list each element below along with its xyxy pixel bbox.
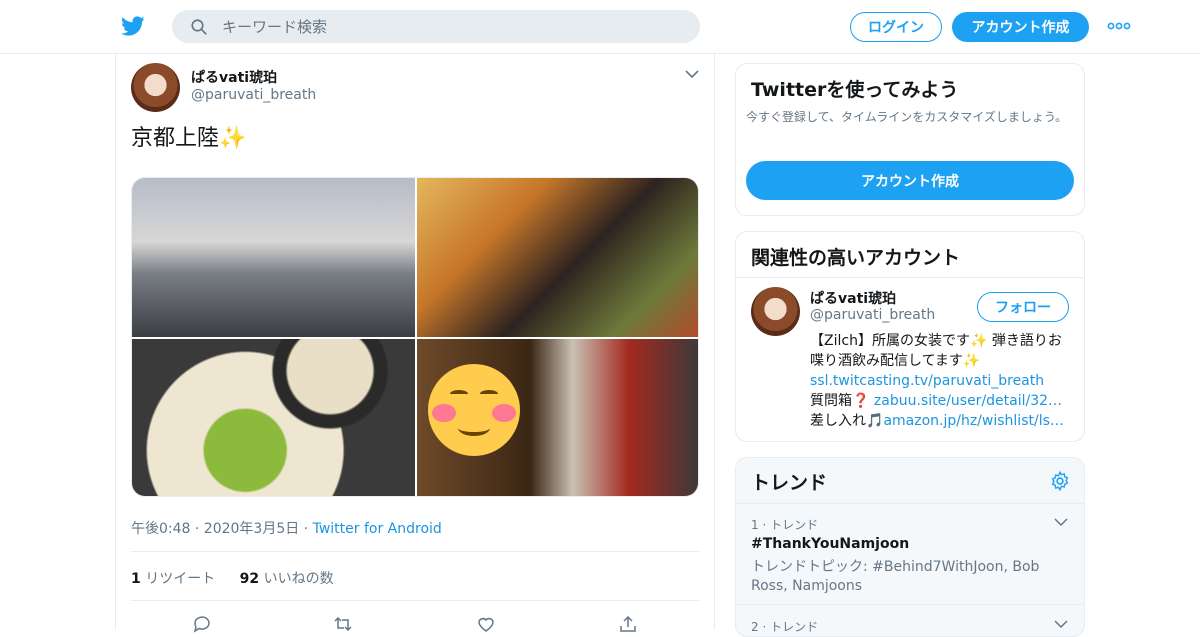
signup-card-button[interactable]: アカウント作成 xyxy=(746,161,1074,200)
divider xyxy=(736,503,1084,504)
twitter-bird-icon[interactable] xyxy=(120,14,146,38)
tweet-text: 京都上陸✨ xyxy=(131,126,247,151)
search-bar xyxy=(172,10,700,43)
timestamp[interactable]: 午後0:48 · 2020年3月5日 xyxy=(131,521,299,537)
bio-link-zabuu[interactable]: zabuu.site/user/detail/32… xyxy=(874,393,1062,409)
chevron-down-icon[interactable] xyxy=(1054,517,1068,527)
divider xyxy=(131,551,699,552)
share-icon[interactable] xyxy=(618,614,638,634)
bio-link-amazon[interactable]: amazon.jp/hz/wishlist/ls… xyxy=(883,413,1063,429)
media-grid xyxy=(131,177,699,497)
divider xyxy=(131,600,699,601)
bio-link-twitcasting[interactable]: ssl.twitcasting.tv/paruvati_breath xyxy=(810,373,1044,389)
trend-subtitle: トレンドトピック: #Behind7WithJoon, Bob Ross, Na… xyxy=(751,559,1040,594)
smiley-sticker-icon xyxy=(428,364,520,456)
photo-beer-gyoza[interactable] xyxy=(417,178,698,337)
photo-drinks[interactable] xyxy=(417,339,698,496)
like-icon[interactable] xyxy=(476,614,496,634)
more-icon[interactable] xyxy=(1106,18,1132,34)
avatar[interactable] xyxy=(751,287,800,336)
signup-card: Twitterを使ってみよう 今すぐ登録して、タイムラインをカスタマイズしましょ… xyxy=(735,63,1085,216)
tweet-actions xyxy=(131,614,699,634)
trends-card: トレンド 1 · トレンド #ThankYouNamjoon トレンドトピック:… xyxy=(735,457,1085,637)
search-input[interactable] xyxy=(222,10,682,43)
meta-separator: · xyxy=(299,521,313,537)
gear-icon[interactable] xyxy=(1049,470,1071,492)
signup-button[interactable]: アカウント作成 xyxy=(952,12,1089,42)
related-bio: 【Zilch】所属の女装です✨ 弾き語りお喋り酒飲み配信してます✨ ssl.tw… xyxy=(810,331,1068,431)
tweet-meta: 午後0:48 · 2020年3月5日 · Twitter for Android xyxy=(131,518,442,538)
chevron-down-icon[interactable] xyxy=(1054,619,1068,629)
reply-icon[interactable] xyxy=(192,614,212,634)
retweet-stat[interactable]: 1 リツイート xyxy=(131,571,215,587)
search-icon xyxy=(191,19,207,35)
related-accounts-card: 関連性の高いアカウント ぱるvati琥珀 @paruvati_breath フォ… xyxy=(735,231,1085,442)
retweet-icon[interactable] xyxy=(333,614,353,634)
bio-text: 【Zilch】所属の女装です✨ 弾き語りお喋り酒飲み配信してます✨ xyxy=(810,333,1062,369)
like-label: いいねの数 xyxy=(263,571,334,587)
trend-name[interactable]: #ThankYouNamjoon xyxy=(751,536,909,552)
trends-title: トレンド xyxy=(751,472,828,494)
photo-ramen[interactable] xyxy=(132,339,415,496)
retweet-count: 1 xyxy=(131,571,141,587)
tweet-detail: ぱるvati琥珀 @paruvati_breath 京都上陸✨ 午後0:48 ·… xyxy=(115,54,715,633)
tweet-stats: 1 リツイート 92 いいねの数 xyxy=(131,568,334,588)
chevron-down-icon[interactable] xyxy=(684,68,700,80)
retweet-label: リツイート xyxy=(145,571,216,587)
trend-rank: 2 · トレンド xyxy=(751,620,819,634)
divider xyxy=(736,604,1084,605)
author-name[interactable]: ぱるvati琥珀 xyxy=(191,67,277,87)
like-stat[interactable]: 92 いいねの数 xyxy=(240,571,334,587)
signup-card-title: Twitterを使ってみよう xyxy=(751,79,959,101)
divider xyxy=(736,277,1084,278)
top-bar: ログイン アカウント作成 xyxy=(0,0,1200,54)
photo-street[interactable] xyxy=(132,178,415,337)
follow-button[interactable]: フォロー xyxy=(977,292,1069,322)
related-name[interactable]: ぱるvati琥珀 xyxy=(810,288,896,308)
like-count: 92 xyxy=(239,571,260,587)
trend-rank: 1 · トレンド xyxy=(751,518,819,532)
login-button[interactable]: ログイン xyxy=(850,12,942,42)
avatar[interactable] xyxy=(131,63,180,112)
source-link[interactable]: Twitter for Android xyxy=(313,521,442,537)
bio-text: 差し入れ🎵 xyxy=(810,413,884,429)
related-title: 関連性の高いアカウント xyxy=(751,247,961,269)
author-handle[interactable]: @paruvati_breath xyxy=(191,87,316,103)
related-handle[interactable]: @paruvati_breath xyxy=(810,307,935,323)
signup-card-desc: 今すぐ登録して、タイムラインをカスタマイズしましょう。 xyxy=(746,110,1068,124)
